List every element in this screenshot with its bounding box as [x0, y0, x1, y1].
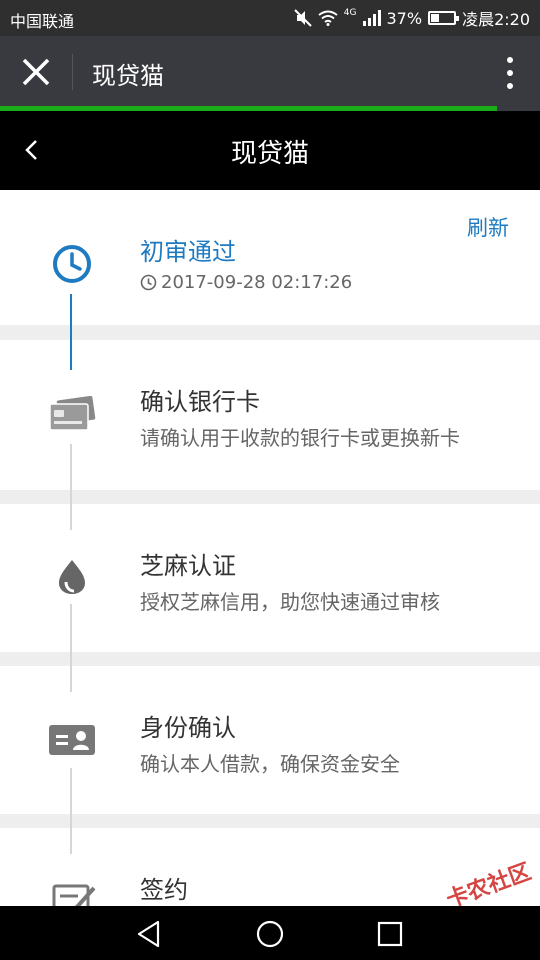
wifi-icon	[318, 10, 338, 26]
timeline-segment	[70, 294, 72, 325]
step-sesame[interactable]: 芝麻认证 授权芝麻信用，助您快速通过审核	[0, 504, 540, 652]
timeline-segment	[70, 444, 72, 490]
step-desc: 确认本人借款，确保资金安全	[140, 752, 400, 776]
network-type: 4G	[343, 8, 357, 18]
close-icon[interactable]	[18, 54, 54, 90]
timeline-segment	[70, 504, 72, 530]
navigation-bar	[0, 906, 540, 960]
step-initial-review: 刷新 初审通过 2017-09-28 02:17:26	[0, 190, 540, 325]
step-title: 确认银行卡	[140, 388, 260, 416]
step-title: 芝麻认证	[140, 552, 236, 580]
bank-card-icon	[49, 396, 96, 431]
timeline-segment	[70, 666, 72, 692]
step-identity[interactable]: 身份确认 确认本人借款，确保资金安全	[0, 666, 540, 814]
clock-icon	[53, 245, 91, 283]
page-title: 现贷猫	[230, 139, 309, 169]
signal-icon	[362, 10, 381, 26]
nav-recent-icon[interactable]	[374, 918, 406, 950]
refresh-button[interactable]: 刷新	[467, 212, 509, 242]
id-card-icon	[49, 725, 95, 755]
step-time-row: 2017-09-28 02:17:26	[140, 272, 352, 293]
sign-icon	[52, 884, 96, 906]
wechat-header: 现贷猫	[0, 36, 540, 108]
header-divider	[72, 54, 73, 90]
clock-time: 凌晨2:20	[462, 10, 530, 29]
step-title: 身份确认	[140, 714, 236, 742]
step-time: 2017-09-28 02:17:26	[161, 272, 353, 293]
timeline-segment	[70, 604, 72, 652]
timeline-segment	[70, 768, 72, 814]
step-desc: 授权芝麻信用，助您快速通过审核	[140, 590, 440, 614]
timeline-segment	[70, 828, 72, 854]
sesame-icon	[59, 560, 85, 594]
step-title: 签约	[140, 876, 188, 904]
carrier-name: 中国联通	[10, 12, 75, 31]
step-bank-card[interactable]: 确认银行卡 请确认用于收款的银行卡或更换新卡	[0, 340, 540, 490]
step-desc: 请确认用于收款的银行卡或更换新卡	[140, 426, 460, 450]
page-header: 现贷猫	[0, 111, 540, 190]
status-bar: 中国联通 4G 37% 凌晨2:20	[0, 0, 540, 36]
battery-icon	[428, 11, 460, 25]
nav-home-icon[interactable]	[254, 918, 286, 950]
status-right: 4G 37% 凌晨2:20	[294, 6, 530, 30]
mute-icon	[294, 9, 312, 27]
header-title: 现贷猫	[92, 62, 164, 90]
timeline-segment	[70, 340, 72, 370]
nav-back-icon[interactable]	[134, 918, 166, 950]
small-clock-icon	[140, 274, 157, 291]
battery-percent: 37%	[386, 8, 423, 28]
step-title: 初审通过	[140, 238, 236, 266]
more-vertical-icon[interactable]	[506, 56, 514, 90]
